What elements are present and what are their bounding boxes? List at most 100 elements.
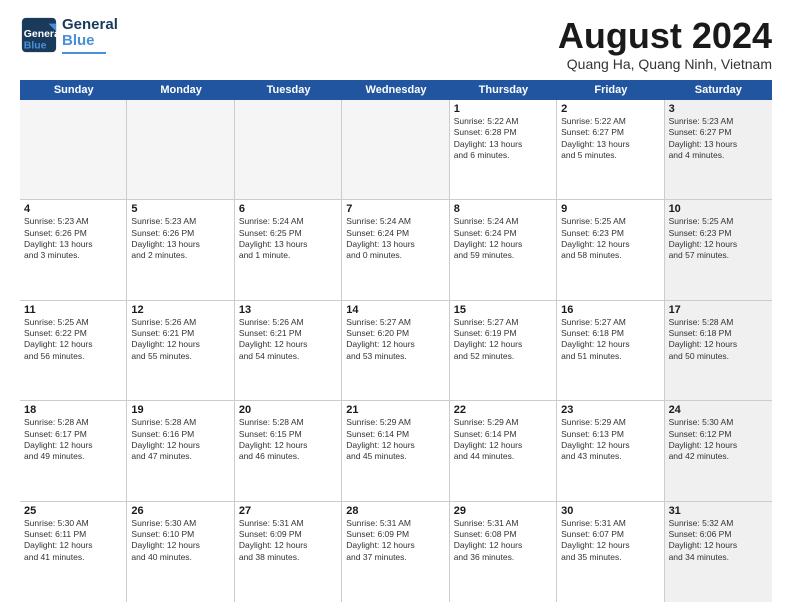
day-number: 24 [669, 404, 768, 416]
day-info: Sunrise: 5:30 AM Sunset: 6:12 PM Dayligh… [669, 417, 768, 463]
day-number: 22 [454, 404, 552, 416]
day-number: 23 [561, 404, 659, 416]
day-info: Sunrise: 5:24 AM Sunset: 6:24 PM Dayligh… [346, 216, 444, 262]
day-number: 5 [131, 203, 229, 215]
day-info: Sunrise: 5:30 AM Sunset: 6:11 PM Dayligh… [24, 518, 122, 564]
calendar-cell: 4Sunrise: 5:23 AM Sunset: 6:26 PM Daylig… [20, 200, 127, 299]
calendar-cell: 14Sunrise: 5:27 AM Sunset: 6:20 PM Dayli… [342, 301, 449, 400]
page: General Blue General Blue August 2024 Qu… [0, 0, 792, 612]
calendar-row-1: 1Sunrise: 5:22 AM Sunset: 6:28 PM Daylig… [20, 100, 772, 200]
day-info: Sunrise: 5:28 AM Sunset: 6:17 PM Dayligh… [24, 417, 122, 463]
day-info: Sunrise: 5:26 AM Sunset: 6:21 PM Dayligh… [131, 317, 229, 363]
calendar-cell: 13Sunrise: 5:26 AM Sunset: 6:21 PM Dayli… [235, 301, 342, 400]
day-info: Sunrise: 5:31 AM Sunset: 6:08 PM Dayligh… [454, 518, 552, 564]
calendar-cell: 29Sunrise: 5:31 AM Sunset: 6:08 PM Dayli… [450, 502, 557, 602]
day-info: Sunrise: 5:29 AM Sunset: 6:14 PM Dayligh… [346, 417, 444, 463]
day-number: 25 [24, 505, 122, 517]
logo-line2: Blue [62, 33, 118, 50]
day-number: 7 [346, 203, 444, 215]
logo-line1: General [62, 17, 118, 34]
day-number: 15 [454, 304, 552, 316]
calendar-cell: 22Sunrise: 5:29 AM Sunset: 6:14 PM Dayli… [450, 401, 557, 500]
calendar-cell: 25Sunrise: 5:30 AM Sunset: 6:11 PM Dayli… [20, 502, 127, 602]
day-number: 26 [131, 505, 229, 517]
calendar-cell: 31Sunrise: 5:32 AM Sunset: 6:06 PM Dayli… [665, 502, 772, 602]
calendar-cell: 21Sunrise: 5:29 AM Sunset: 6:14 PM Dayli… [342, 401, 449, 500]
calendar-cell: 10Sunrise: 5:25 AM Sunset: 6:23 PM Dayli… [665, 200, 772, 299]
day-number: 30 [561, 505, 659, 517]
calendar-cell [20, 100, 127, 199]
calendar-row-3: 11Sunrise: 5:25 AM Sunset: 6:22 PM Dayli… [20, 301, 772, 401]
day-number: 4 [24, 203, 122, 215]
header-day-wednesday: Wednesday [342, 80, 449, 100]
day-number: 29 [454, 505, 552, 517]
calendar-row-4: 18Sunrise: 5:28 AM Sunset: 6:17 PM Dayli… [20, 401, 772, 501]
header-day-saturday: Saturday [665, 80, 772, 100]
calendar-cell: 24Sunrise: 5:30 AM Sunset: 6:12 PM Dayli… [665, 401, 772, 500]
calendar-cell: 20Sunrise: 5:28 AM Sunset: 6:15 PM Dayli… [235, 401, 342, 500]
calendar-cell: 9Sunrise: 5:25 AM Sunset: 6:23 PM Daylig… [557, 200, 664, 299]
day-number: 6 [239, 203, 337, 215]
day-number: 14 [346, 304, 444, 316]
day-number: 27 [239, 505, 337, 517]
day-info: Sunrise: 5:31 AM Sunset: 6:09 PM Dayligh… [346, 518, 444, 564]
day-number: 19 [131, 404, 229, 416]
calendar-cell [342, 100, 449, 199]
title-area: August 2024 Quang Ha, Quang Ninh, Vietna… [558, 16, 772, 72]
day-number: 18 [24, 404, 122, 416]
day-info: Sunrise: 5:28 AM Sunset: 6:15 PM Dayligh… [239, 417, 337, 463]
day-info: Sunrise: 5:25 AM Sunset: 6:22 PM Dayligh… [24, 317, 122, 363]
day-info: Sunrise: 5:23 AM Sunset: 6:26 PM Dayligh… [24, 216, 122, 262]
day-info: Sunrise: 5:26 AM Sunset: 6:21 PM Dayligh… [239, 317, 337, 363]
calendar-cell: 28Sunrise: 5:31 AM Sunset: 6:09 PM Dayli… [342, 502, 449, 602]
day-info: Sunrise: 5:29 AM Sunset: 6:14 PM Dayligh… [454, 417, 552, 463]
calendar-cell: 7Sunrise: 5:24 AM Sunset: 6:24 PM Daylig… [342, 200, 449, 299]
calendar-cell [235, 100, 342, 199]
day-number: 31 [669, 505, 768, 517]
calendar-cell [127, 100, 234, 199]
day-number: 11 [24, 304, 122, 316]
calendar: SundayMondayTuesdayWednesdayThursdayFrid… [20, 80, 772, 602]
day-info: Sunrise: 5:24 AM Sunset: 6:25 PM Dayligh… [239, 216, 337, 262]
day-number: 13 [239, 304, 337, 316]
day-number: 12 [131, 304, 229, 316]
calendar-cell: 2Sunrise: 5:22 AM Sunset: 6:27 PM Daylig… [557, 100, 664, 199]
day-info: Sunrise: 5:31 AM Sunset: 6:07 PM Dayligh… [561, 518, 659, 564]
day-info: Sunrise: 5:23 AM Sunset: 6:26 PM Dayligh… [131, 216, 229, 262]
day-number: 3 [669, 103, 768, 115]
calendar-cell: 18Sunrise: 5:28 AM Sunset: 6:17 PM Dayli… [20, 401, 127, 500]
day-info: Sunrise: 5:31 AM Sunset: 6:09 PM Dayligh… [239, 518, 337, 564]
header-day-thursday: Thursday [450, 80, 557, 100]
calendar-cell: 26Sunrise: 5:30 AM Sunset: 6:10 PM Dayli… [127, 502, 234, 602]
day-info: Sunrise: 5:27 AM Sunset: 6:19 PM Dayligh… [454, 317, 552, 363]
calendar-cell: 15Sunrise: 5:27 AM Sunset: 6:19 PM Dayli… [450, 301, 557, 400]
day-info: Sunrise: 5:29 AM Sunset: 6:13 PM Dayligh… [561, 417, 659, 463]
calendar-cell: 19Sunrise: 5:28 AM Sunset: 6:16 PM Dayli… [127, 401, 234, 500]
day-info: Sunrise: 5:27 AM Sunset: 6:18 PM Dayligh… [561, 317, 659, 363]
calendar-cell: 3Sunrise: 5:23 AM Sunset: 6:27 PM Daylig… [665, 100, 772, 199]
calendar-cell: 12Sunrise: 5:26 AM Sunset: 6:21 PM Dayli… [127, 301, 234, 400]
calendar-cell: 11Sunrise: 5:25 AM Sunset: 6:22 PM Dayli… [20, 301, 127, 400]
header-day-friday: Friday [557, 80, 664, 100]
day-info: Sunrise: 5:23 AM Sunset: 6:27 PM Dayligh… [669, 116, 768, 162]
day-number: 16 [561, 304, 659, 316]
header-day-tuesday: Tuesday [235, 80, 342, 100]
day-info: Sunrise: 5:32 AM Sunset: 6:06 PM Dayligh… [669, 518, 768, 564]
calendar-row-2: 4Sunrise: 5:23 AM Sunset: 6:26 PM Daylig… [20, 200, 772, 300]
header-day-sunday: Sunday [20, 80, 127, 100]
day-info: Sunrise: 5:27 AM Sunset: 6:20 PM Dayligh… [346, 317, 444, 363]
calendar-cell: 27Sunrise: 5:31 AM Sunset: 6:09 PM Dayli… [235, 502, 342, 602]
day-info: Sunrise: 5:25 AM Sunset: 6:23 PM Dayligh… [669, 216, 768, 262]
calendar-cell: 5Sunrise: 5:23 AM Sunset: 6:26 PM Daylig… [127, 200, 234, 299]
calendar-body: 1Sunrise: 5:22 AM Sunset: 6:28 PM Daylig… [20, 100, 772, 602]
calendar-cell: 8Sunrise: 5:24 AM Sunset: 6:24 PM Daylig… [450, 200, 557, 299]
calendar-header: SundayMondayTuesdayWednesdayThursdayFrid… [20, 80, 772, 100]
calendar-row-5: 25Sunrise: 5:30 AM Sunset: 6:11 PM Dayli… [20, 502, 772, 602]
location: Quang Ha, Quang Ninh, Vietnam [558, 56, 772, 72]
day-number: 10 [669, 203, 768, 215]
day-number: 2 [561, 103, 659, 115]
day-info: Sunrise: 5:28 AM Sunset: 6:16 PM Dayligh… [131, 417, 229, 463]
day-info: Sunrise: 5:25 AM Sunset: 6:23 PM Dayligh… [561, 216, 659, 262]
calendar-cell: 23Sunrise: 5:29 AM Sunset: 6:13 PM Dayli… [557, 401, 664, 500]
day-info: Sunrise: 5:22 AM Sunset: 6:27 PM Dayligh… [561, 116, 659, 162]
